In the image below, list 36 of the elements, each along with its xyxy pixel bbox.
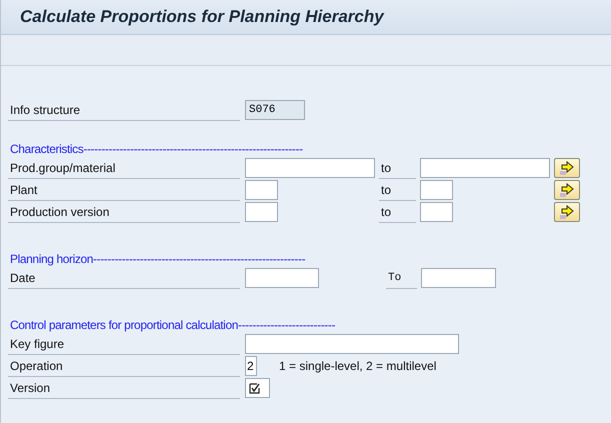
from-field[interactable] [245,180,278,200]
operation-field[interactable]: 2 [245,356,257,376]
section-heading: Characteristics------------------------------------------------------------- [10,141,304,157]
arrow-icon [559,160,575,176]
multiple-selection-button[interactable] [554,202,580,222]
version-checkbox[interactable] [245,378,270,398]
section-heading: Planning horizon----------------------------------------------------------- [10,251,306,267]
field-label: Plant [8,180,240,200]
multiple-selection-button[interactable] [554,180,580,200]
field-label: Date [8,268,240,288]
to-field[interactable] [420,180,453,200]
to-label: to [379,202,416,222]
to-field[interactable] [420,202,453,222]
field-label: Info structure [8,100,240,120]
operation-hint: 1 = single-level, 2 = multilevel [279,359,436,373]
field-label: Key figure [8,334,240,354]
section-heading: Control parameters for proportional calculation--------------------------- [10,317,336,333]
to-field[interactable] [420,158,550,178]
info-structure-field[interactable]: S076 [245,100,305,120]
to-label: to [379,158,416,178]
window-title: Calculate Proportions for Planning Hierarchy [20,7,384,27]
date-from-field[interactable] [245,268,319,288]
key-figure-field[interactable] [245,334,459,354]
to-label: To [386,268,417,288]
from-field[interactable] [245,158,375,178]
arrow-icon [559,204,575,220]
date-to-field[interactable] [421,268,496,288]
field-label: Production version [8,202,240,222]
multiple-selection-button[interactable] [554,158,580,178]
to-label: to [379,180,416,200]
field-label: Operation [8,356,240,376]
field-label: Version [8,378,240,398]
field-label: Prod.group/material [8,158,240,178]
from-field[interactable] [245,202,278,222]
arrow-icon [559,182,575,198]
check-icon [249,382,260,394]
